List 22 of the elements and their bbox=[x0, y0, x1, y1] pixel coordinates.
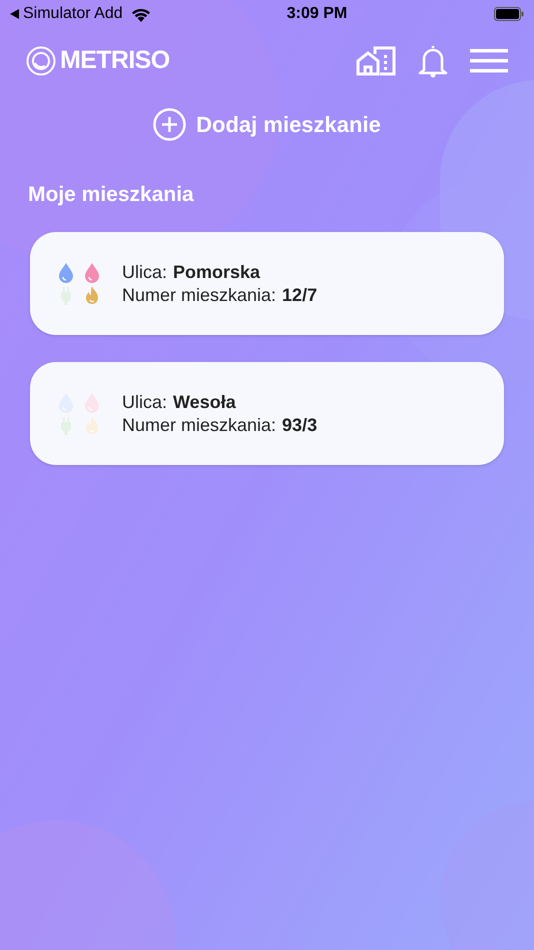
menu-icon[interactable] bbox=[470, 46, 508, 75]
apartment-number-label: Numer mieszkania: bbox=[122, 414, 276, 436]
street-label: Ulica: bbox=[122, 260, 168, 284]
logo-icon bbox=[26, 46, 56, 76]
street-value: Wesoła bbox=[173, 390, 236, 414]
buildings-icon[interactable] bbox=[356, 46, 396, 76]
back-label[interactable]: Simulator Add bbox=[23, 2, 123, 26]
back-arrow-icon[interactable] bbox=[10, 9, 19, 19]
apartment-number-value: 12/7 bbox=[282, 284, 318, 306]
street-label: Ulica: bbox=[122, 390, 168, 414]
plus-circle-icon bbox=[153, 108, 186, 140]
apartment-card[interactable]: Ulica: Pomorska Numer mieszkania: 12/7 bbox=[30, 232, 504, 335]
battery-icon bbox=[494, 7, 524, 21]
wifi-icon bbox=[130, 6, 151, 22]
section-title: Moje mieszkania bbox=[27, 182, 195, 208]
apartment-number-value: 93/3 bbox=[282, 414, 318, 436]
status-time: 3:09 PM bbox=[286, 4, 348, 24]
logo-text: METRISO bbox=[60, 45, 170, 76]
street-value: Pomorska bbox=[173, 260, 260, 284]
apartment-card[interactable]: Ulica: Wesoła Numer mieszkania: 93/3 bbox=[30, 362, 504, 465]
bell-icon[interactable] bbox=[418, 44, 448, 78]
apartment-number-label: Numer mieszkania: bbox=[122, 284, 276, 306]
